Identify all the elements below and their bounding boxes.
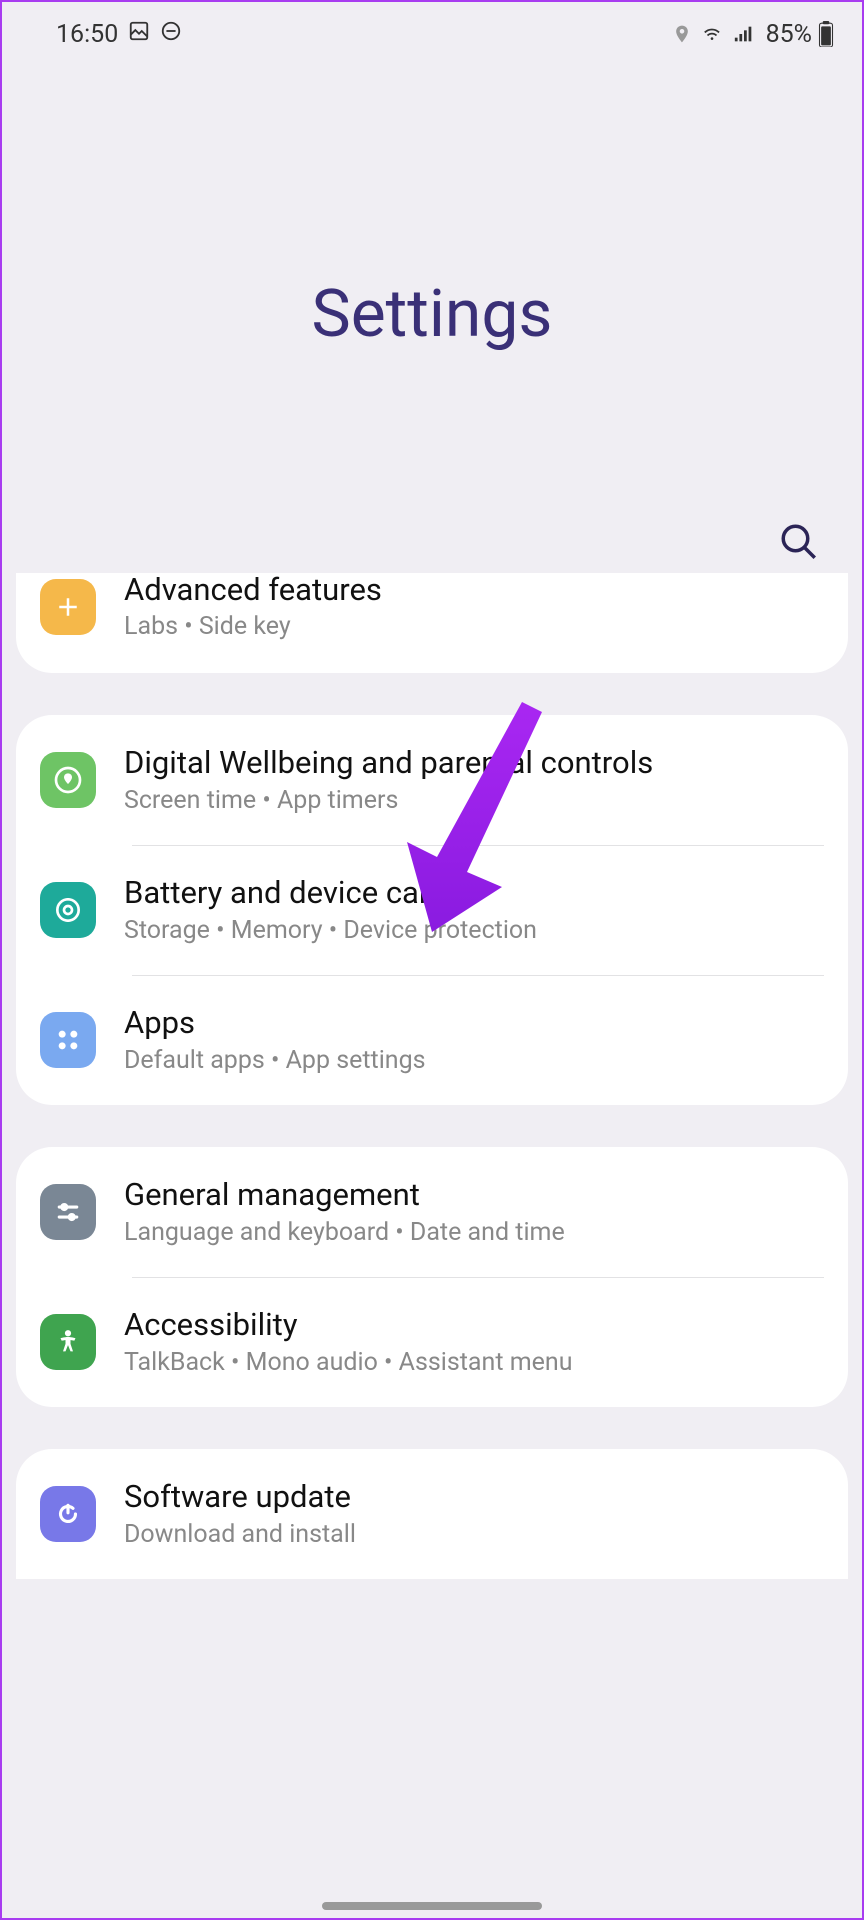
- item-subtitle: Language and keyboard • Date and time: [124, 1218, 824, 1248]
- power-cycle-icon: [40, 1486, 96, 1542]
- settings-item-software-update[interactable]: Software update Download and install: [16, 1449, 848, 1579]
- page-title: Settings: [2, 276, 862, 353]
- settings-item-advanced-features[interactable]: Advanced features Labs • Side key: [16, 573, 848, 673]
- item-subtitle: Labs • Side key: [124, 612, 824, 642]
- status-bar: 16:50 85%: [2, 2, 862, 66]
- gesture-bar[interactable]: [322, 1902, 542, 1910]
- signal-icon: [732, 23, 756, 45]
- header: Settings: [2, 66, 862, 521]
- accessibility-icon: [40, 1314, 96, 1370]
- item-subtitle: Screen time • App timers: [124, 786, 824, 816]
- device-care-icon: [40, 882, 96, 938]
- item-title: Battery and device care: [124, 874, 824, 911]
- battery-icon: [818, 21, 834, 47]
- wifi-icon: [698, 23, 726, 45]
- item-subtitle: Storage • Memory • Device protection: [124, 916, 824, 946]
- dnd-icon: [160, 20, 182, 49]
- item-title: Software update: [124, 1478, 824, 1515]
- item-title: General management: [124, 1176, 824, 1213]
- settings-group: Digital Wellbeing and parental controls …: [16, 715, 848, 1105]
- item-subtitle: Default apps • App settings: [124, 1046, 824, 1076]
- clock-text: 16:50: [56, 20, 118, 49]
- settings-item-general-management[interactable]: General management Language and keyboard…: [16, 1147, 848, 1277]
- plus-gear-icon: [40, 579, 96, 635]
- item-title: Digital Wellbeing and parental controls: [124, 744, 824, 781]
- settings-item-apps[interactable]: Apps Default apps • App settings: [16, 975, 848, 1105]
- item-subtitle: Download and install: [124, 1520, 824, 1550]
- location-icon: [672, 22, 692, 46]
- item-subtitle: TalkBack • Mono audio • Assistant menu: [124, 1348, 824, 1378]
- settings-item-battery-device-care[interactable]: Battery and device care Storage • Memory…: [16, 845, 848, 975]
- apps-icon: [40, 1012, 96, 1068]
- sliders-icon: [40, 1184, 96, 1240]
- search-button[interactable]: [778, 521, 820, 563]
- battery-percent: 85%: [766, 20, 812, 49]
- settings-group: Software update Download and install: [16, 1449, 848, 1579]
- item-title: Accessibility: [124, 1306, 824, 1343]
- settings-group: Advanced features Labs • Side key: [16, 573, 848, 673]
- settings-item-digital-wellbeing[interactable]: Digital Wellbeing and parental controls …: [16, 715, 848, 845]
- settings-group: General management Language and keyboard…: [16, 1147, 848, 1407]
- wellbeing-icon: [40, 752, 96, 808]
- item-title: Advanced features: [124, 573, 824, 608]
- settings-item-accessibility[interactable]: Accessibility TalkBack • Mono audio • As…: [16, 1277, 848, 1407]
- item-title: Apps: [124, 1004, 824, 1041]
- image-icon: [128, 20, 150, 49]
